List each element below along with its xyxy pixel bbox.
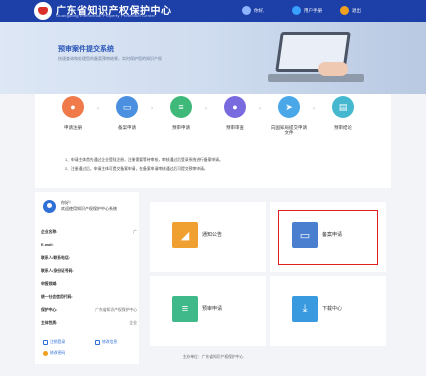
hero-banner: 预审案件提交系统 快速查询和处理您的备案预审结果，实时保护您的知识产权 [0,22,426,94]
user-info-panel: 你好！ 欢迎使用知识产权保护中心系统 企业名称: 广 E-mail: 联系人/联系… [35,192,139,364]
info-row-email: E-mail: [41,243,54,247]
process-steps: ● 申请注册 › ▭ 备案申请 › ≡ 预审申请 › ● 预审审查 › ➤ 向国… [35,94,391,188]
banner-subtitle: 快速查询和处理您的备案预审结果，实时保护您的知识产权 [58,56,162,61]
user-manual-link[interactable]: 用户手册 [292,6,322,15]
user-manual-label: 用户手册 [304,7,322,13]
user-avatar-icon [242,6,251,15]
info-row-contact-phone: 联系人/联系电话: [41,256,70,260]
info-row-field: 申报领域: [41,282,58,286]
logout-label: 退出 [352,7,361,13]
arrow-icon: › [151,106,153,112]
logo-icon [34,2,52,20]
logout-link[interactable]: 退出 [340,6,361,15]
document-icon: ▤ [332,96,354,118]
form-icon: ≡ [172,296,198,322]
folder-icon: ▭ [116,96,138,118]
send-icon: ➤ [278,96,300,118]
footer-text: 主办单位：广东省知识产权保护中心 [182,355,244,359]
info-row-type: 主体性质: 企业 [41,321,137,325]
edit-icon [95,340,100,345]
laptop-illustration [268,32,368,90]
logout-link[interactable]: 注销登录 [43,340,65,345]
arrow-icon: › [313,106,315,112]
brand-subtitle: Guangdong Intellectual Property Protecti… [56,13,156,18]
megaphone-icon: ◢ [172,222,198,248]
info-row-credit-code: 统一社会信用代码: [41,295,73,299]
book-icon [292,6,301,15]
reviewer-icon: ● [224,96,246,118]
selection-highlight [278,210,378,265]
step-preexam: ≡ 预审申请 [161,96,201,130]
step-review: ● 预审审查 [215,96,255,130]
exit-icon [340,6,349,15]
arrow-icon: › [205,106,207,112]
welcome-message: 欢迎使用知识产权保护中心系统 [61,206,117,211]
note-1: 1、申请主体首先通过企业登陆注册，注册需要等待审核，审核通过后登录系统进行备案申… [65,158,223,162]
step-conclusion: ▤ 预审结论 [323,96,363,130]
welcome-text: 你好！ 欢迎使用知识产权保护中心系统 [61,200,117,212]
top-header: 广东省知识产权保护中心 Guangdong Intellectual Prope… [0,0,426,22]
user-menu[interactable]: 你好, [242,6,264,15]
info-row-contact-id: 联系人/身份证号码: [41,269,74,273]
arrow-icon: › [259,106,261,112]
step-submit: ➤ 向国知局提交申请文件 [269,96,309,135]
tile-notice[interactable]: ◢ 通知公告 [150,202,266,272]
tile-preexam-application[interactable]: ≡ 预审申请 [150,276,266,346]
tile-label: 通知公告 [202,232,223,238]
step-register: ● 申请注册 [53,96,93,130]
info-row-company: 企业名称: 广 [41,230,137,234]
edit-info-link[interactable]: 修改信息 [95,340,117,345]
banner-title: 预审案件提交系统 [58,46,114,53]
step-record: ▭ 备案申请 [107,96,147,130]
avatar [43,200,56,213]
logout-icon [43,340,48,345]
tile-label: 预审申请 [202,306,223,312]
note-2: 2、注册通过后，申请主体可提交备案申请，在备案申请审核通过后可提交预审申请。 [65,167,208,171]
instruction-notes: 1、申请主体首先通过企业登陆注册，注册需要等待审核，审核通过后登录系统进行备案申… [65,156,223,174]
form-icon: ≡ [170,96,192,118]
info-row-center: 保护中心: 广东省知识产权保护中心 [41,308,137,312]
tile-label: 下载中心 [322,306,343,312]
download-icon: ⤓ [292,296,318,322]
user-register-icon: ● [62,96,84,118]
tile-download-center[interactable]: ⤓ 下载中心 [270,276,386,346]
arrow-icon: › [97,106,99,112]
user-greeting: 你好, [254,7,265,13]
